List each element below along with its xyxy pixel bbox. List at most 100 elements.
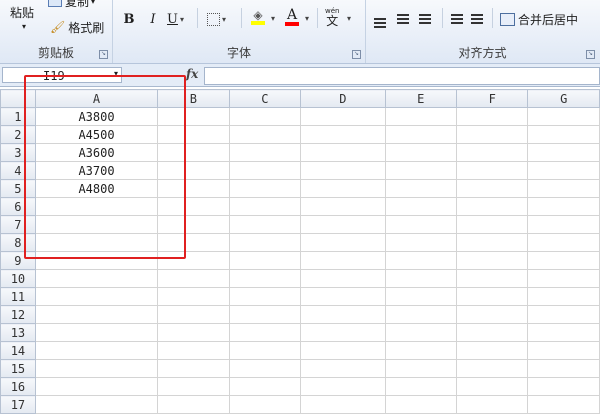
cell[interactable] <box>300 305 386 324</box>
cell-a[interactable] <box>34 197 159 216</box>
name-box[interactable]: I19 <box>2 67 122 83</box>
cell-a[interactable] <box>34 305 159 324</box>
cell[interactable] <box>300 287 386 306</box>
cell[interactable] <box>228 161 302 180</box>
cell[interactable] <box>527 287 600 306</box>
cell[interactable] <box>527 179 600 198</box>
align-center-button[interactable] <box>396 9 410 29</box>
formula-input[interactable] <box>204 67 600 85</box>
cell[interactable] <box>384 161 457 180</box>
row-header[interactable]: 6 <box>0 197 36 216</box>
cell[interactable] <box>300 233 386 252</box>
cell-a[interactable] <box>34 287 159 306</box>
column-header-f[interactable]: F <box>455 89 529 108</box>
paste-dropdown-icon[interactable]: ▾ <box>22 22 26 31</box>
cell[interactable] <box>527 125 600 144</box>
cell[interactable] <box>228 377 302 396</box>
column-header-c[interactable]: C <box>228 89 302 108</box>
cell[interactable] <box>384 341 457 360</box>
font-color-button[interactable]: A <box>285 7 299 27</box>
cell[interactable] <box>384 395 457 414</box>
cell[interactable] <box>455 359 529 378</box>
cell[interactable] <box>228 251 302 270</box>
cell[interactable] <box>228 323 302 342</box>
column-header-e[interactable]: E <box>384 89 457 108</box>
cell[interactable] <box>300 125 386 144</box>
cell[interactable] <box>157 323 230 342</box>
cell[interactable] <box>157 161 230 180</box>
cell[interactable] <box>228 287 302 306</box>
decrease-indent-button[interactable] <box>450 9 464 29</box>
cell[interactable] <box>455 251 529 270</box>
cell[interactable] <box>455 341 529 360</box>
cell[interactable] <box>527 107 600 126</box>
cell[interactable] <box>300 395 386 414</box>
cell[interactable] <box>228 125 302 144</box>
cell[interactable] <box>455 323 529 342</box>
align-right-button[interactable] <box>418 9 432 29</box>
cell[interactable] <box>527 251 600 270</box>
cell[interactable] <box>228 305 302 324</box>
cell[interactable] <box>228 143 302 162</box>
fill-color-dropdown-icon[interactable]: ▾ <box>271 14 275 23</box>
cell[interactable] <box>300 143 386 162</box>
copy-button[interactable]: 复制 ▾ <box>48 0 95 8</box>
format-painter-button[interactable]: 🖌 格式刷 <box>50 17 104 37</box>
fill-color-button[interactable]: ◈ <box>251 7 265 27</box>
font-color-dropdown-icon[interactable]: ▾ <box>305 14 309 23</box>
row-header[interactable]: 1 <box>0 107 36 126</box>
cell[interactable] <box>157 215 230 234</box>
cell-a[interactable]: A3600 <box>34 143 159 162</box>
cell-a[interactable] <box>34 251 159 270</box>
cell[interactable] <box>384 143 457 162</box>
cell[interactable] <box>384 287 457 306</box>
border-button[interactable]: ▾ <box>207 9 226 29</box>
bold-button[interactable]: B <box>121 9 137 29</box>
row-header[interactable]: 8 <box>0 233 36 252</box>
cell[interactable] <box>527 197 600 216</box>
column-header-a[interactable]: A <box>34 89 159 108</box>
row-header[interactable]: 7 <box>0 215 36 234</box>
clipboard-launcher-icon[interactable]: ↘ <box>99 50 108 59</box>
cell[interactable] <box>228 341 302 360</box>
cell[interactable] <box>455 377 529 396</box>
italic-button[interactable]: I <box>145 9 161 29</box>
cell[interactable] <box>157 251 230 270</box>
align-left-button[interactable] <box>374 9 388 29</box>
cell-a[interactable]: A4500 <box>34 125 159 144</box>
cell[interactable] <box>384 269 457 288</box>
cell[interactable] <box>384 359 457 378</box>
cell[interactable] <box>527 395 600 414</box>
cell[interactable] <box>384 251 457 270</box>
cell[interactable] <box>455 125 529 144</box>
cell-a[interactable] <box>34 215 159 234</box>
cell[interactable] <box>228 233 302 252</box>
underline-button[interactable]: U ▾ <box>167 9 184 29</box>
cell[interactable] <box>157 377 230 396</box>
row-header[interactable]: 4 <box>0 161 36 180</box>
row-header[interactable]: 15 <box>0 359 36 378</box>
cell[interactable] <box>455 161 529 180</box>
cell[interactable] <box>228 107 302 126</box>
cell[interactable] <box>384 107 457 126</box>
cell[interactable] <box>300 215 386 234</box>
cell[interactable] <box>455 287 529 306</box>
cell[interactable] <box>300 359 386 378</box>
row-header[interactable]: 10 <box>0 269 36 288</box>
row-header[interactable]: 17 <box>0 395 36 414</box>
row-header[interactable]: 2 <box>0 125 36 144</box>
cell[interactable] <box>527 233 600 252</box>
cell[interactable] <box>384 323 457 342</box>
cell[interactable] <box>300 197 386 216</box>
cell-a[interactable] <box>34 233 159 252</box>
cell[interactable] <box>228 269 302 288</box>
cell[interactable] <box>455 395 529 414</box>
cell-a[interactable] <box>34 377 159 396</box>
cell[interactable] <box>455 197 529 216</box>
cell[interactable] <box>157 107 230 126</box>
name-box-dropdown-icon[interactable]: ▾ <box>114 69 118 78</box>
row-header[interactable]: 3 <box>0 143 36 162</box>
cell[interactable] <box>527 377 600 396</box>
cell[interactable] <box>157 143 230 162</box>
cell[interactable] <box>384 179 457 198</box>
